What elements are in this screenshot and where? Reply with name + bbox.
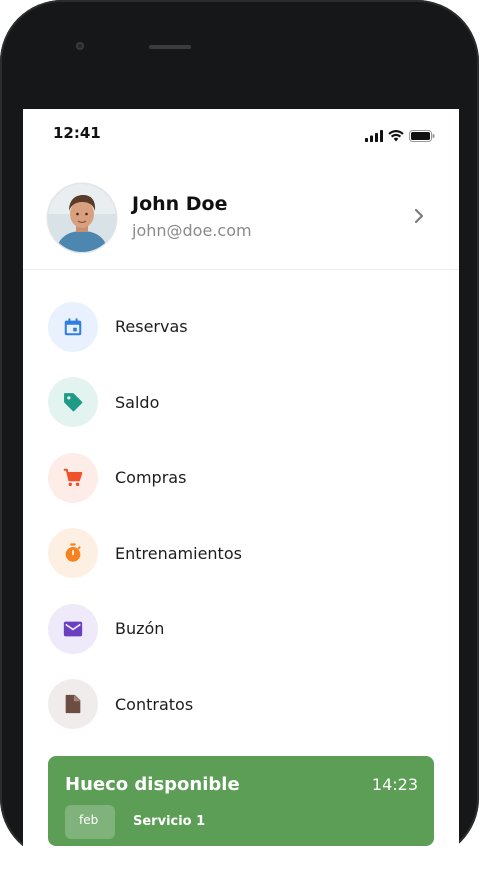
chevron-right-icon[interactable]	[409, 206, 429, 226]
stopwatch-icon	[48, 528, 98, 579]
menu-item-entrenamientos[interactable]: Entrenamientos	[23, 516, 459, 592]
status-icons	[365, 127, 435, 146]
menu-item-label: Contratos	[115, 694, 194, 714]
toast-subtitle: Servicio 1	[133, 814, 206, 829]
battery-icon	[409, 127, 435, 146]
menu-item-label: Buzón	[115, 619, 165, 639]
front-camera	[76, 42, 84, 50]
earpiece-speaker	[149, 45, 191, 49]
cart-icon	[48, 452, 98, 503]
menu-item-buzon[interactable]: Buzón	[23, 591, 459, 667]
document-icon	[48, 679, 98, 730]
toast-time: 14:23	[371, 775, 418, 794]
profile-header[interactable]: John Doe john@doe.com	[23, 157, 459, 270]
mail-icon	[48, 603, 98, 654]
menu-item-saldo[interactable]: Saldo	[23, 365, 459, 441]
profile-email: john@doe.com	[132, 221, 252, 240]
phone-frame: 12:41 John Doe john@doe.com Reservas Sal…	[0, 0, 479, 869]
menu-item-compras[interactable]: Compras	[23, 440, 459, 516]
tag-icon	[48, 377, 98, 428]
calendar-icon	[48, 301, 98, 352]
date-chip-month: feb	[79, 813, 99, 827]
wifi-icon	[388, 127, 404, 146]
date-chip: feb	[65, 805, 115, 839]
screen: 12:41 John Doe john@doe.com Reservas Sal…	[23, 109, 459, 869]
avatar	[48, 184, 116, 252]
menu-item-label: Reservas	[115, 317, 188, 337]
signal-icon	[365, 127, 383, 146]
profile-name: John Doe	[132, 193, 228, 215]
menu-item-reservas[interactable]: Reservas	[23, 289, 459, 365]
menu-list: Reservas Saldo Compras Entrenamientos Bu…	[23, 289, 459, 742]
notification-toast[interactable]: Hueco disponible 14:23 feb Servicio 1	[48, 756, 434, 846]
status-bar: 12:41	[23, 109, 459, 157]
menu-item-label: Compras	[115, 468, 187, 488]
menu-item-label: Entrenamientos	[115, 543, 242, 563]
toast-title: Hueco disponible	[65, 774, 240, 795]
menu-item-label: Saldo	[115, 392, 160, 412]
status-time: 12:41	[53, 124, 101, 142]
menu-item-contratos[interactable]: Contratos	[23, 667, 459, 743]
